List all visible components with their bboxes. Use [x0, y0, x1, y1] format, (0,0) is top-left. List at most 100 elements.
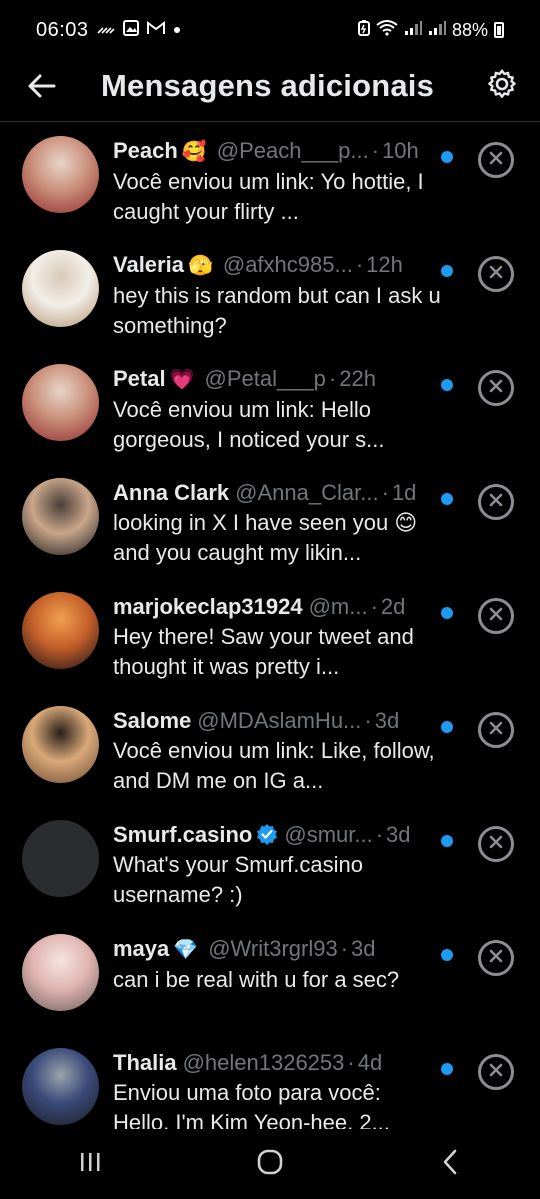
conversation-header: Petal 💗 @Petal___p · 22h: [113, 364, 443, 395]
conversation-header: Valeria 🫣 @afxhc985... · 12h: [113, 250, 443, 281]
unread-indicator: [441, 493, 453, 505]
message-time: 3d: [351, 936, 376, 961]
avatar[interactable]: [22, 706, 99, 783]
name-emoji: 🥰: [181, 141, 207, 163]
sender-name: Valeria: [113, 252, 184, 277]
conversation-content: Peach 🥰 @Peach___p... · 10h Você enviou um li…: [113, 136, 443, 227]
conversation-row[interactable]: Anna Clark @Anna_Clar... · 1d looking in X I…: [0, 464, 540, 578]
back-button[interactable]: [22, 68, 62, 108]
name-emoji: 💗: [169, 369, 195, 391]
separator-dot: ·: [381, 480, 389, 505]
avatar[interactable]: [22, 136, 99, 213]
conversation-row[interactable]: Valeria 🫣 @afxhc985... · 12h hey this is rand…: [0, 236, 540, 350]
dismiss-button[interactable]: [478, 370, 514, 406]
avatar[interactable]: [22, 934, 99, 1011]
sender-name: Smurf.casino: [113, 822, 253, 847]
conversation-content: Valeria 🫣 @afxhc985... · 12h hey this is rand…: [113, 250, 443, 341]
dismiss-button[interactable]: [478, 598, 514, 634]
sender-name: Anna Clark: [113, 480, 230, 505]
signal-icon: [404, 20, 422, 41]
message-time: 12h: [366, 252, 403, 277]
conversation-row[interactable]: Salome @MDAslamHu... · 3d Você enviou um lin…: [0, 692, 540, 806]
unread-indicator: [441, 265, 453, 277]
message-preview: Você enviou um link: Yo hottie, I caught…: [113, 169, 424, 224]
avatar[interactable]: [22, 592, 99, 669]
unread-indicator: [441, 151, 453, 163]
conversation-header: Smurf.casino @smur... · 3d: [113, 820, 443, 850]
conversation-row[interactable]: maya 💎 @Writ3rgrl93 · 3d can i be real with u…: [0, 920, 540, 1034]
message-time: 4d: [357, 1050, 383, 1075]
conversation-header: Salome @MDAslamHu... · 3d: [113, 706, 443, 736]
status-time: 06:03: [36, 18, 89, 41]
dismiss-button[interactable]: [478, 1054, 514, 1090]
message-preview: can i be real with u for a sec?: [113, 967, 400, 992]
sender-handle: @helen1326253: [182, 1050, 345, 1075]
sender-handle: @Peach___p...: [216, 138, 369, 163]
dismiss-button[interactable]: [478, 484, 514, 520]
avatar[interactable]: [22, 820, 99, 897]
signal-strength-icon: [96, 21, 115, 40]
separator-dot: ·: [364, 708, 372, 733]
dot-icon: [173, 21, 181, 39]
conversation-row[interactable]: Smurf.casino @smur... · 3d What's your Smurf…: [0, 806, 540, 920]
settings-button[interactable]: [482, 66, 522, 106]
dismiss-button[interactable]: [478, 940, 514, 976]
conversation-header: maya 💎 @Writ3rgrl93 · 3d: [113, 934, 443, 965]
battery-saver-icon: [357, 19, 370, 41]
message-time: 22h: [339, 366, 376, 391]
avatar[interactable]: [22, 250, 99, 327]
sender-handle: @Petal___p: [204, 366, 326, 391]
message-preview: Você enviou um link: Hello gorgeous, I n…: [113, 397, 385, 452]
avatar[interactable]: [22, 1048, 99, 1125]
avatar[interactable]: [22, 478, 99, 555]
sender-name: marjokeclap31924: [113, 594, 303, 619]
unread-indicator: [441, 721, 453, 733]
separator-dot: ·: [371, 138, 380, 163]
verified-badge-icon: [256, 820, 278, 850]
gear-icon: [487, 68, 517, 104]
message-request-list: Peach 🥰 @Peach___p... · 10h Você enviou um li…: [0, 122, 540, 1148]
dismiss-button[interactable]: [478, 712, 514, 748]
separator-dot: ·: [370, 594, 378, 619]
message-preview: Você enviou um link: Like, follow, and D…: [113, 738, 435, 793]
close-icon: [489, 1063, 503, 1082]
status-bar: 06:03 88%: [0, 0, 540, 60]
recent-apps-icon: [78, 1150, 102, 1179]
sender-handle: @smur...: [284, 822, 373, 847]
sender-handle: @Anna_Clar...: [235, 480, 379, 505]
conversation-row[interactable]: marjokeclap31924 @m... · 2d Hey there! Saw y…: [0, 578, 540, 692]
dismiss-button[interactable]: [478, 142, 514, 178]
close-icon: [489, 151, 503, 170]
unread-indicator: [441, 1063, 453, 1075]
message-preview: hey this is random but can I ask u somet…: [113, 283, 441, 338]
dismiss-button[interactable]: [478, 256, 514, 292]
avatar[interactable]: [22, 364, 99, 441]
signal-icon: [428, 20, 446, 41]
conversation-header: Peach 🥰 @Peach___p... · 10h: [113, 136, 443, 167]
message-preview: What's your Smurf.casino username? :): [113, 852, 363, 907]
unread-indicator: [441, 379, 453, 391]
conversation-header: Anna Clark @Anna_Clar... · 1d: [113, 478, 443, 508]
battery-percent: 88%: [451, 19, 488, 40]
dismiss-button[interactable]: [478, 826, 514, 862]
separator-dot: ·: [328, 366, 337, 391]
sender-name: Petal: [113, 366, 166, 391]
recent-apps-button[interactable]: [60, 1139, 120, 1189]
home-button[interactable]: [240, 1139, 300, 1189]
message-time: 3d: [386, 822, 411, 847]
system-navbar: [0, 1129, 540, 1199]
separator-dot: ·: [355, 252, 364, 277]
page-title: Mensagens adicionais: [101, 68, 435, 103]
conversation-content: maya 💎 @Writ3rgrl93 · 3d can i be real with u…: [113, 934, 443, 995]
wifi-icon: [376, 19, 398, 41]
conversation-header: marjokeclap31924 @m... · 2d: [113, 592, 443, 622]
conversation-row[interactable]: Peach 🥰 @Peach___p... · 10h Você enviou um li…: [0, 122, 540, 236]
conversation-content: Anna Clark @Anna_Clar... · 1d looking in X I…: [113, 478, 443, 568]
name-emoji: 🫣: [187, 255, 213, 277]
sender-name: Peach: [113, 138, 178, 163]
sender-name: maya: [113, 936, 170, 961]
message-time: 2d: [380, 594, 406, 619]
conversation-row[interactable]: Petal 💗 @Petal___p · 22h Você enviou um link:…: [0, 350, 540, 464]
system-back-button[interactable]: [420, 1139, 480, 1189]
sender-handle: @MDAslamHu...: [197, 708, 362, 733]
